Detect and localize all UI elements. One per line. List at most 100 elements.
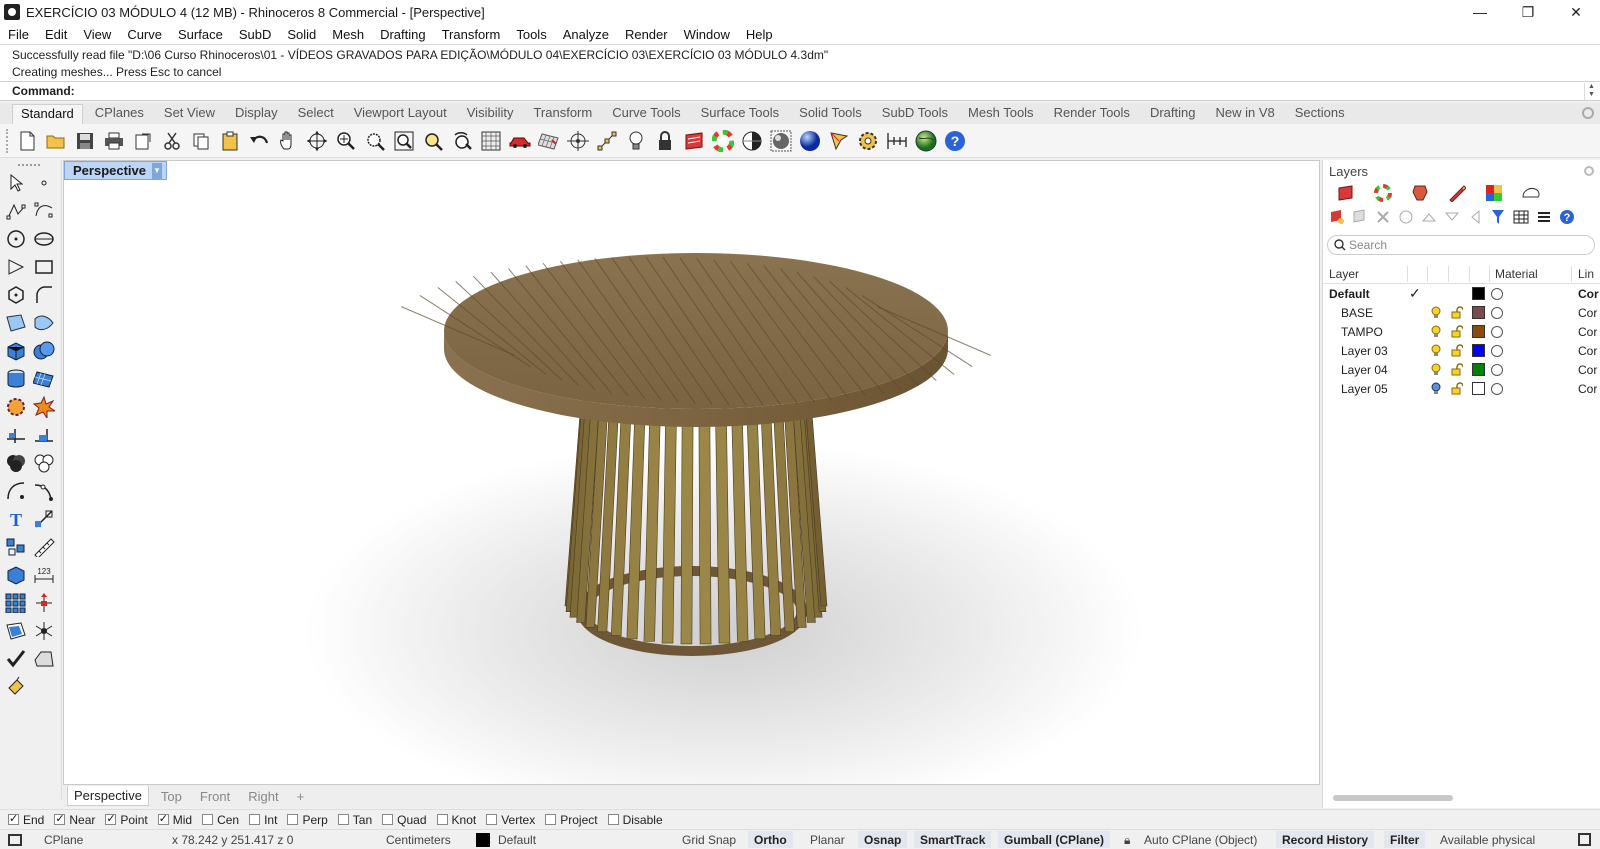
menu-analyze[interactable]: Analyze (563, 27, 609, 42)
transform-icon[interactable] (5, 620, 27, 642)
layer-unlocked-icon[interactable] (1451, 379, 1463, 398)
smarttrack-toggle[interactable]: SmartTrack (914, 831, 992, 848)
perspective-viewport[interactable]: Perspective ▼ (63, 160, 1320, 785)
textures-tab-icon[interactable] (1481, 182, 1507, 204)
col-material[interactable]: Material (1495, 267, 1538, 281)
circle-icon[interactable] (5, 228, 27, 250)
undo-icon[interactable] (248, 130, 270, 152)
measure-icon[interactable] (33, 536, 55, 558)
osnap-project[interactable]: Project (545, 813, 598, 827)
text-icon[interactable]: T (5, 508, 27, 530)
osnap-toggle[interactable]: Osnap (858, 831, 908, 848)
scale-icon[interactable] (33, 508, 55, 530)
grid-icon[interactable] (538, 130, 560, 152)
layer-material[interactable] (1491, 341, 1503, 360)
layer-unlocked-icon[interactable] (1451, 303, 1463, 322)
osnap-int[interactable]: Int (249, 813, 277, 827)
subd-icon[interactable] (5, 396, 27, 418)
delete-layer-icon[interactable] (1373, 208, 1393, 226)
rhino-app-icon[interactable] (4, 4, 20, 20)
environment-tab-icon[interactable] (1518, 182, 1544, 204)
menu-file[interactable]: File (8, 27, 29, 42)
tab-select[interactable]: Select (290, 104, 342, 124)
cut-icon[interactable] (161, 130, 183, 152)
osnap-checkbox[interactable] (157, 812, 169, 825)
gear-icon[interactable] (857, 130, 879, 152)
menu-render[interactable]: Render (625, 27, 668, 42)
osnap-checkbox[interactable] (249, 814, 261, 825)
explode-icon[interactable] (33, 396, 55, 418)
layer-visible-bulb-icon[interactable] (1431, 303, 1441, 322)
block-icon[interactable] (5, 564, 27, 586)
layer-linetype[interactable]: Cor (1578, 322, 1597, 341)
move-up-icon[interactable] (1419, 208, 1439, 226)
cplane-toggle-icon[interactable] (8, 834, 22, 846)
polygon-icon[interactable] (5, 284, 27, 306)
command-scroll[interactable]: ▲ ▼ (1584, 83, 1598, 100)
display-tab-icon[interactable] (1370, 182, 1396, 204)
shaded-icon[interactable] (741, 130, 763, 152)
new-sublayer-icon[interactable] (1350, 208, 1370, 226)
layer-color[interactable] (1472, 379, 1485, 398)
layer-unlocked-icon[interactable] (1451, 322, 1463, 341)
tab-subd-tools[interactable]: SubD Tools (874, 104, 956, 124)
tab-transform[interactable]: Transform (525, 104, 600, 124)
layer-row-base[interactable]: BASE Cor (1323, 303, 1600, 322)
osnap-disable[interactable]: Disable (607, 813, 663, 827)
grid-snap-toggle[interactable]: Grid Snap (682, 833, 736, 847)
osnap-point[interactable]: Point (105, 812, 148, 827)
add-viewport-tab-button[interactable]: + (291, 786, 311, 806)
ortho-toggle[interactable]: Ortho (748, 831, 793, 848)
menu-transform[interactable]: Transform (442, 27, 501, 42)
layer-visible-bulb-icon[interactable] (1431, 322, 1441, 341)
osnap-checkbox[interactable] (54, 812, 66, 825)
layer-material[interactable] (1491, 303, 1503, 322)
box-icon[interactable] (5, 340, 27, 362)
tab-render-tools[interactable]: Render Tools (1046, 104, 1138, 124)
layer-row-layer-04[interactable]: Layer 04 Cor (1323, 360, 1600, 379)
left-toolbar-grip[interactable] (18, 164, 40, 166)
new-layer-icon[interactable] (1327, 208, 1347, 226)
osnap-checkbox[interactable] (607, 814, 619, 825)
boolean-union-icon[interactable] (33, 340, 55, 362)
osnap-near[interactable]: Near (54, 812, 95, 827)
layer-icon[interactable] (683, 130, 705, 152)
osnap-checkbox[interactable] (436, 814, 448, 825)
osnap-cen[interactable]: Cen (202, 813, 239, 827)
select-points-icon[interactable] (596, 130, 618, 152)
maximize-button[interactable]: ❐ (1504, 0, 1552, 24)
arc-icon[interactable] (5, 256, 27, 278)
tab-standard[interactable]: Standard (12, 104, 83, 124)
tab-new-in-v8[interactable]: New in V8 (1207, 104, 1282, 124)
osnap-tan[interactable]: Tan (337, 813, 372, 827)
units-label[interactable]: Centimeters (386, 833, 451, 847)
rebuild-icon[interactable] (33, 480, 55, 502)
surface-icon[interactable] (5, 312, 27, 334)
osnap-quad[interactable]: Quad (382, 813, 427, 827)
viewport-layout-icon[interactable] (480, 130, 502, 152)
properties-tab-icon[interactable] (1444, 182, 1470, 204)
layer-unlocked-icon[interactable] (1451, 360, 1463, 379)
layer-search-field[interactable]: Search (1327, 235, 1595, 255)
layer-color[interactable] (1472, 322, 1485, 341)
fillet-icon[interactable] (33, 284, 55, 306)
layer-help-icon[interactable]: ? (1557, 208, 1577, 226)
copy-icon[interactable] (190, 130, 212, 152)
layers-horizontal-scrollbar[interactable] (1333, 795, 1453, 801)
select-arrow-icon[interactable] (5, 172, 27, 194)
layer-visible-bulb-icon[interactable] (1431, 379, 1441, 398)
layer-material[interactable] (1491, 322, 1503, 341)
menu-subd[interactable]: SubD (239, 27, 272, 42)
tab-top[interactable]: Top (155, 786, 188, 806)
gumball-toggle[interactable]: Gumball (CPlane) (998, 831, 1111, 848)
light-icon[interactable] (625, 130, 647, 152)
trim-icon[interactable] (33, 424, 55, 446)
boolean-split-icon[interactable] (33, 452, 55, 474)
boolean-difference-icon[interactable] (5, 452, 27, 474)
materials-tab-icon[interactable] (1407, 182, 1433, 204)
layer-color[interactable] (1472, 303, 1485, 322)
layer-material[interactable] (1491, 360, 1503, 379)
osnap-checkbox[interactable] (287, 814, 299, 825)
paste-icon[interactable] (219, 130, 241, 152)
check-icon[interactable] (5, 648, 27, 670)
